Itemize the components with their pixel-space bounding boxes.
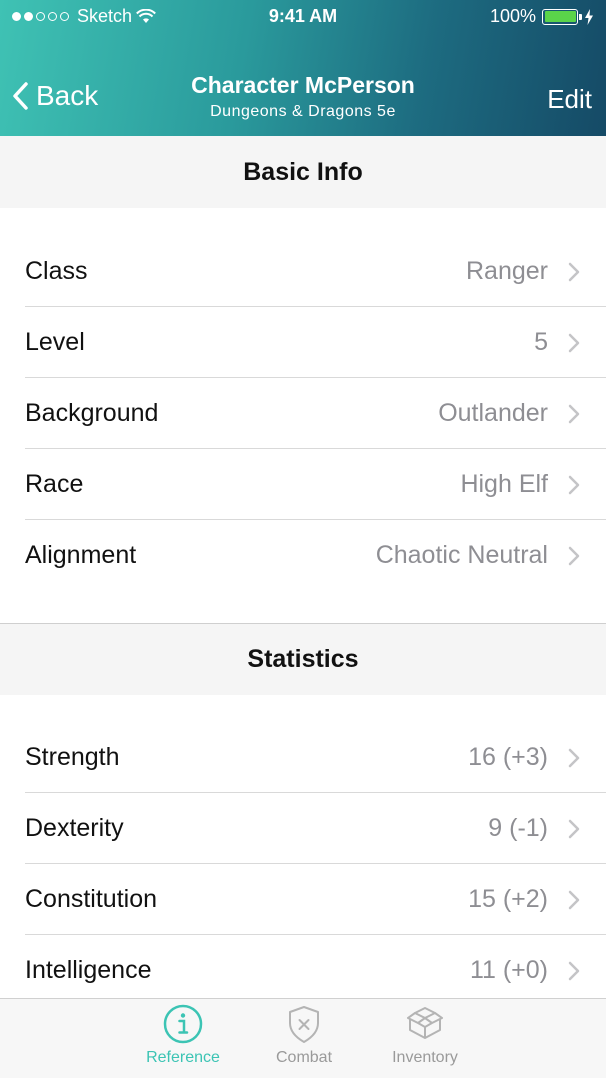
row-constitution[interactable]: Constitution 15 (+2) — [0, 864, 606, 935]
battery-percent: 100% — [489, 6, 536, 26]
row-dexterity[interactable]: Dexterity 9 (-1) — [0, 793, 606, 864]
row-label: Level — [25, 328, 85, 356]
tab-label: Combat — [275, 1049, 333, 1066]
boxes-icon — [407, 1007, 443, 1039]
row-intelligence[interactable]: Intelligence 11 (+0) — [0, 935, 606, 1006]
tab-reference[interactable]: Reference — [123, 1003, 243, 1077]
chevron-right-icon — [568, 748, 580, 768]
row-level[interactable]: Level 5 — [0, 307, 606, 378]
row-value: 5 — [534, 328, 548, 356]
chevron-right-icon — [568, 333, 580, 353]
row-label: Constitution — [25, 885, 158, 913]
tab-combat[interactable]: Combat — [244, 1003, 364, 1077]
row-label: Strength — [25, 743, 120, 771]
section-header-statistics: Statistics — [0, 623, 606, 695]
row-label: Race — [25, 470, 84, 498]
info-icon — [163, 1004, 203, 1044]
chevron-right-icon — [568, 475, 580, 495]
row-strength[interactable]: Strength 16 (+3) — [0, 722, 606, 793]
tab-bar: Reference Combat Inventory — [0, 998, 606, 1078]
row-alignment[interactable]: Alignment Chaotic Neutral — [0, 520, 606, 591]
row-value: 11 (+0) — [469, 956, 548, 984]
charging-icon — [585, 8, 593, 25]
chevron-right-icon — [568, 819, 580, 839]
row-label: Background — [25, 399, 159, 427]
status-bar: Sketch 9:41 AM 100% — [0, 0, 606, 36]
row-value: 16 (+3) — [468, 743, 548, 771]
row-background[interactable]: Background Outlander — [0, 378, 606, 449]
game-system: Dungeons & Dragons 5e — [210, 103, 396, 120]
chevron-right-icon — [568, 961, 580, 981]
row-label: Dexterity — [25, 814, 124, 842]
nav-header: Sketch 9:41 AM 100% Back Character McPer… — [0, 0, 606, 136]
row-value: Outlander — [438, 399, 548, 427]
tab-label: Inventory — [392, 1049, 458, 1066]
row-label: Alignment — [25, 541, 137, 569]
row-value: Ranger — [466, 257, 548, 285]
edit-button[interactable]: Edit — [547, 84, 592, 115]
shield-icon — [289, 1006, 319, 1043]
tab-inventory[interactable]: Inventory — [365, 1003, 485, 1077]
chevron-right-icon — [568, 262, 580, 282]
battery-icon — [542, 8, 582, 25]
section-header-basic-info: Basic Info — [0, 136, 606, 208]
row-value: Chaotic Neutral — [375, 541, 548, 569]
row-label: Class — [25, 257, 88, 285]
row-value: 9 (-1) — [488, 814, 548, 842]
chevron-right-icon — [568, 890, 580, 910]
row-value: 15 (+2) — [468, 885, 548, 913]
character-name: Character McPerson — [191, 72, 415, 98]
tab-label: Reference — [146, 1049, 220, 1066]
row-value: High Elf — [460, 470, 548, 498]
chevron-right-icon — [568, 404, 580, 424]
row-label: Intelligence — [25, 956, 152, 984]
row-class[interactable]: Class Ranger — [0, 236, 606, 307]
chevron-right-icon — [568, 546, 580, 566]
page-title: Character McPerson Dungeons & Dragons 5e — [0, 72, 606, 121]
status-right: 100% — [490, 6, 594, 27]
row-race[interactable]: Race High Elf — [0, 449, 606, 520]
